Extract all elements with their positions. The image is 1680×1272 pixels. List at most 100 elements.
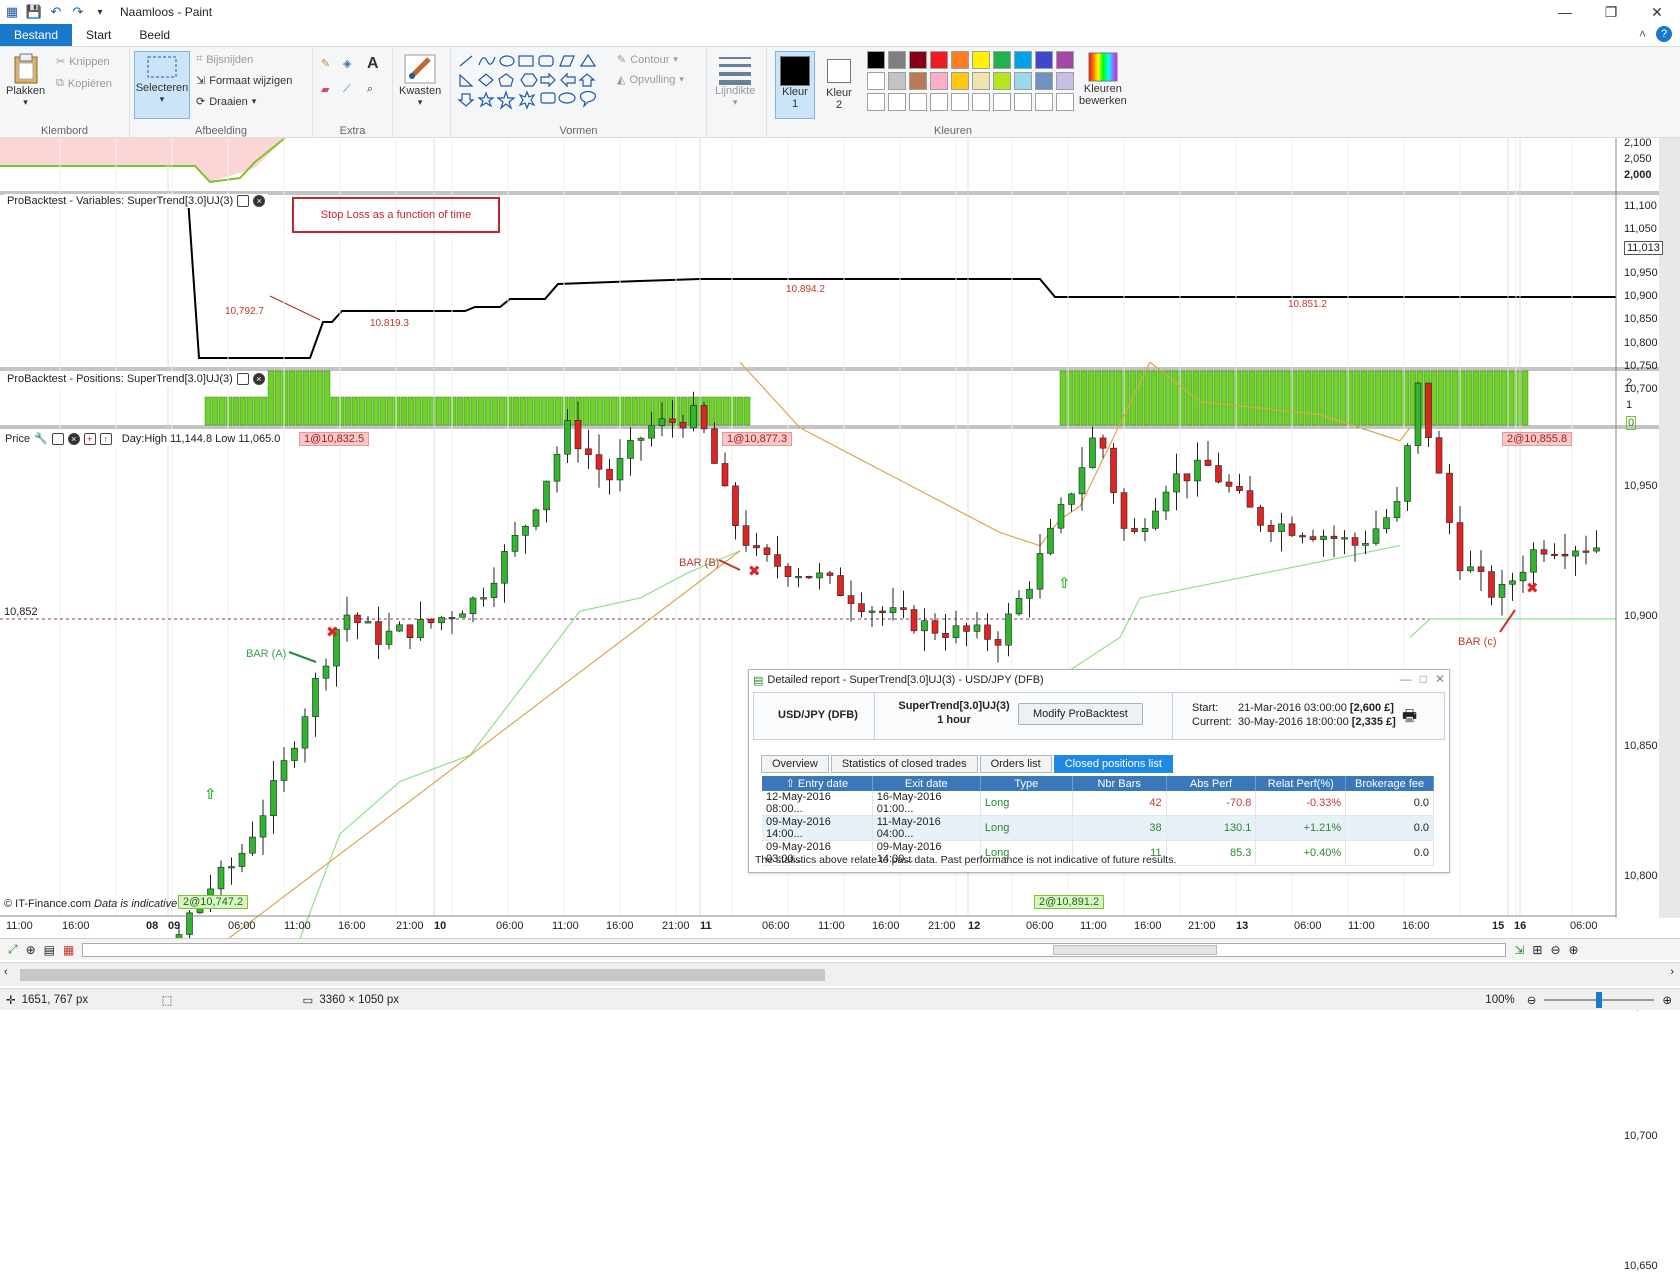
add-indicator-icon[interactable]: + (83, 432, 96, 445)
copy-button[interactable]: ⧉ Kopiëren (56, 77, 112, 90)
scroll-thumb[interactable] (1053, 944, 1218, 955)
zoom-in-button[interactable]: ⊕ (1662, 993, 1672, 1007)
cut-button[interactable]: ✂ Knippen (56, 55, 110, 69)
crosshair-icon[interactable]: ⊕ (26, 943, 36, 957)
collapse-ribbon-icon[interactable]: ˄ (1639, 27, 1646, 41)
magnifier-icon[interactable]: ⌕ (367, 83, 373, 96)
table-icon[interactable]: ▦ (63, 943, 74, 957)
tab-orders[interactable]: Orders list (979, 755, 1052, 773)
outline-dropdown[interactable]: ✎ Contour ▾ (617, 53, 678, 67)
palette-swatch[interactable] (1056, 93, 1074, 111)
close-panel-icon[interactable]: × (67, 432, 80, 445)
palette-swatch[interactable] (972, 93, 990, 111)
palette-swatch[interactable] (993, 51, 1011, 69)
window-icon[interactable] (51, 432, 64, 445)
window-icon[interactable] (237, 195, 250, 207)
palette-swatch[interactable] (1056, 72, 1074, 90)
col-relat-perf[interactable]: Relat Perf(%) (1255, 776, 1347, 791)
palette-swatch[interactable] (867, 93, 885, 111)
undo-icon[interactable]: ↶ (48, 4, 64, 20)
palette-swatch[interactable] (972, 72, 990, 90)
paint-horizontal-scrollbar[interactable]: ‹ › (0, 962, 1680, 986)
scroll-left-icon[interactable]: ‹ (4, 966, 8, 978)
color1-button[interactable]: Kleur 1 (775, 51, 815, 119)
zoom-slider[interactable] (1544, 991, 1655, 1008)
palette-swatch[interactable] (888, 72, 906, 90)
close-button[interactable]: ✕ (1634, 0, 1680, 24)
list-icon[interactable]: ▤ (44, 943, 55, 957)
zoom-slider-thumb[interactable] (1596, 991, 1603, 1008)
color2-button[interactable]: Kleur 2 (819, 51, 859, 111)
eraser-icon[interactable]: ▰ (321, 83, 329, 96)
table-row[interactable]: 09-May-2016 14:00... 11-May-2016 04:00...… (762, 815, 1434, 841)
palette-swatch[interactable] (930, 72, 948, 90)
palette-swatch[interactable] (1035, 51, 1053, 69)
color-picker-icon[interactable]: ⟋ (343, 83, 351, 96)
col-entry-date[interactable]: ⇧ Entry date (762, 776, 873, 791)
zoom-out-icon[interactable]: ⊖ (1550, 943, 1560, 957)
palette-swatch[interactable] (1035, 93, 1053, 111)
modify-probacktest-button[interactable]: Modify ProBacktest (1018, 703, 1143, 725)
brushes-button[interactable]: Kwasten ▾ (399, 53, 441, 108)
palette-swatch[interactable] (993, 72, 1011, 90)
col-type[interactable]: Type (980, 776, 1073, 791)
palette-swatch[interactable] (909, 93, 927, 111)
palette-swatch[interactable] (867, 72, 885, 90)
zoom-in-icon[interactable]: ⊕ (1569, 943, 1579, 957)
print-icon[interactable]: 🖶 (1402, 705, 1417, 732)
col-brokerage-fee[interactable]: Brokerage fee (1345, 776, 1434, 791)
tab-overview[interactable]: Overview (761, 755, 829, 773)
col-abs-perf[interactable]: Abs Perf (1166, 776, 1257, 791)
close-icon[interactable]: ✕ (1435, 672, 1445, 686)
close-panel-icon[interactable]: × (253, 195, 266, 207)
minimize-icon[interactable]: — (1400, 672, 1412, 686)
palette-swatch[interactable] (1035, 72, 1053, 90)
palette-swatch[interactable] (930, 93, 948, 111)
palette-swatch[interactable] (909, 51, 927, 69)
minimize-button[interactable]: — (1542, 0, 1588, 24)
text-tool-icon[interactable]: A (367, 55, 379, 73)
palette-swatch[interactable] (1014, 72, 1032, 90)
help-icon[interactable]: ? (1656, 26, 1672, 42)
zoom-out-button[interactable]: ⊖ (1527, 993, 1537, 1007)
scroll-right-icon[interactable]: › (1670, 966, 1674, 978)
palette-swatch[interactable] (951, 93, 969, 111)
resize-button[interactable]: ⇲ Formaat wijzigen (196, 74, 292, 88)
select-button[interactable]: Selecteren ▾ (134, 51, 190, 119)
arrow-up-icon[interactable]: ↑ (99, 432, 112, 445)
palette-swatch[interactable] (993, 93, 1011, 111)
maximize-button[interactable]: ❐ (1588, 0, 1634, 24)
palette-swatch[interactable] (951, 51, 969, 69)
chart-tool-icon[interactable]: ⤢ (8, 942, 18, 957)
palette-swatch[interactable] (951, 72, 969, 90)
palette-swatch[interactable] (1014, 51, 1032, 69)
col-nbr-bars[interactable]: Nbr Bars (1072, 776, 1167, 791)
chart-scrollbar[interactable] (82, 942, 1507, 957)
palette-swatch[interactable] (867, 51, 885, 69)
crop-button[interactable]: ⌗ Bijsnijden (196, 53, 253, 66)
shapes-gallery-icon[interactable] (457, 53, 607, 111)
paint-scroll-thumb[interactable] (20, 969, 825, 981)
palette-swatch[interactable] (909, 72, 927, 90)
table-row[interactable]: 12-May-2016 08:00... 16-May-2016 01:00...… (762, 791, 1434, 816)
tab-beeld[interactable]: Beeld (125, 24, 184, 46)
window-icon[interactable] (236, 373, 249, 385)
tab-statistics[interactable]: Statistics of closed trades (830, 755, 978, 773)
close-panel-icon[interactable]: × (252, 373, 265, 385)
line-width-button[interactable]: Lijndikte ▾ (715, 53, 755, 108)
wrench-icon[interactable]: 🔧 (34, 432, 48, 445)
col-exit-date[interactable]: Exit date (872, 776, 981, 791)
zoom-fit-icon[interactable]: ⇲ (1514, 943, 1524, 957)
palette-swatch[interactable] (888, 93, 906, 111)
fill-dropdown[interactable]: ◭ Opvulling ▾ (617, 73, 684, 87)
maximize-icon[interactable]: □ (1420, 672, 1427, 686)
chart-canvas[interactable]: ✖ ✖ ✖ ⇧ ⇧ 2,100 2,050 2,000 ProBacktest - Vari… (0, 137, 1680, 1272)
palette-swatch[interactable] (972, 51, 990, 69)
zoom-box-icon[interactable]: ⊞ (1532, 943, 1542, 957)
pencil-icon[interactable]: ✎ (321, 57, 330, 70)
paste-button[interactable]: Plakken ▾ (6, 53, 45, 108)
customize-chevron-icon[interactable]: ▾ (92, 4, 108, 20)
fill-bucket-icon[interactable]: ◈ (343, 57, 351, 70)
palette-swatch[interactable] (1056, 51, 1074, 69)
tab-closed-positions[interactable]: Closed positions list (1053, 755, 1173, 773)
